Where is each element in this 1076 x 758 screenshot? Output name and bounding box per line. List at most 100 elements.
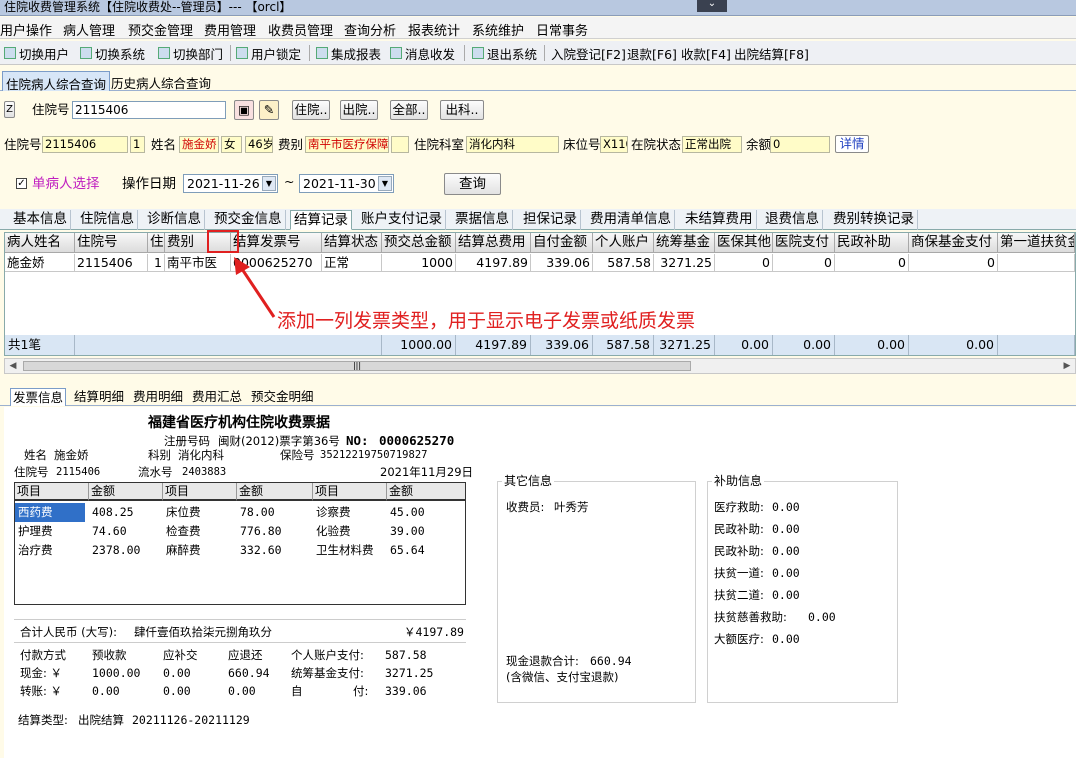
card-reader-icon[interactable]: ▣: [234, 100, 254, 120]
refund-button[interactable]: 退款[F6]: [627, 44, 677, 62]
window-control-button[interactable]: ⌄: [697, 0, 727, 12]
menu-query[interactable]: 查询分析: [344, 20, 396, 39]
tab-basic[interactable]: 基本信息: [10, 210, 71, 230]
table-cell[interactable]: 0: [715, 254, 773, 272]
z-button[interactable]: Z: [4, 101, 15, 118]
tab-settlement[interactable]: 结算记录: [290, 210, 352, 230]
col-header[interactable]: 病人姓名: [5, 233, 75, 253]
tab-account-pay[interactable]: 账户支付记录: [358, 210, 446, 230]
scroll-left-icon[interactable]: ◀: [5, 359, 21, 373]
table-cell[interactable]: 339.06: [531, 254, 593, 272]
scroll-right-icon[interactable]: ▶: [1059, 359, 1075, 373]
table-cell[interactable]: 3271.25: [654, 254, 715, 272]
tab-unsettled[interactable]: 未结算费用: [682, 210, 757, 230]
single-patient-checkbox[interactable]: ✓: [16, 178, 27, 189]
table-cell[interactable]: 南平市医: [165, 254, 231, 272]
col-header[interactable]: 住: [148, 233, 165, 253]
all-button[interactable]: 全部..: [390, 100, 428, 120]
table-cell[interactable]: 587.58: [593, 254, 654, 272]
col-header[interactable]: 个人账户: [593, 233, 654, 253]
receipt-panel: 福建省医疗机构住院收费票据 注册号码 闽财(2012)票字第36号 NO: 00…: [4, 407, 1076, 758]
tab-inpatient-query[interactable]: 住院病人综合查询: [2, 71, 111, 92]
acct-value: 587.58: [385, 648, 427, 662]
report-button[interactable]: 集成报表: [316, 44, 381, 62]
switch-dept-button[interactable]: 切换部门: [158, 44, 223, 62]
table-cell[interactable]: 1000: [382, 254, 456, 272]
tab-prepay-detail[interactable]: 预交金明细: [249, 388, 316, 406]
dept-field: 消化内科: [466, 136, 559, 153]
tab-settle-detail[interactable]: 结算明细: [72, 388, 126, 406]
menu-prepay[interactable]: 预交金管理: [128, 20, 193, 39]
bed-label: 床位号: [563, 137, 601, 152]
menu-user-ops[interactable]: 用户操作: [0, 20, 52, 39]
scrollbar-thumb[interactable]: |||: [23, 361, 691, 371]
menu-reports[interactable]: 报表统计: [408, 20, 460, 39]
inhosp-button[interactable]: 住院..: [292, 100, 330, 120]
search-input[interactable]: 2115406: [72, 101, 226, 119]
tab-fee-summary[interactable]: 费用汇总: [190, 388, 244, 406]
clear-icon[interactable]: ✎: [259, 100, 279, 120]
tab-receipt[interactable]: 票据信息: [452, 210, 513, 230]
tab-fee-list[interactable]: 费用清单信息: [587, 210, 675, 230]
menu-cashier[interactable]: 收费员管理: [268, 20, 333, 39]
tab-refund[interactable]: 退费信息: [762, 210, 823, 230]
out-dept-button[interactable]: 出科..: [440, 100, 484, 120]
tab-diagnosis[interactable]: 诊断信息: [144, 210, 205, 230]
table-cell[interactable]: 正常: [322, 254, 382, 272]
tab-prepay[interactable]: 预交金信息: [211, 210, 286, 230]
discharge-button[interactable]: 出院结算[F8]: [734, 44, 809, 62]
chevron-down-icon[interactable]: ▼: [378, 176, 392, 191]
tab-invoice-info[interactable]: 发票信息: [10, 388, 67, 406]
col-header[interactable]: 结算总费用: [456, 233, 531, 253]
table-cell[interactable]: [998, 254, 1075, 272]
message-button[interactable]: 消息收发: [390, 44, 455, 62]
detail-button[interactable]: 详情: [835, 135, 869, 153]
tab-fee-type-change[interactable]: 费别转换记录: [830, 210, 918, 230]
col-header[interactable]: 第一道扶贫金: [998, 233, 1075, 253]
charge-button[interactable]: 收款[F4]: [681, 44, 731, 62]
total-cell: 0.00: [909, 335, 998, 355]
col-header[interactable]: 民政补助: [835, 233, 909, 253]
table-cell[interactable]: 0: [909, 254, 998, 272]
col-header[interactable]: 统筹基金: [654, 233, 715, 253]
menu-fees[interactable]: 费用管理: [204, 20, 256, 39]
table-cell[interactable]: 1: [148, 254, 165, 272]
subsidy-label: 扶贫二道:: [714, 588, 764, 602]
col-header[interactable]: 商保基金支付: [909, 233, 998, 253]
table-cell[interactable]: 0: [773, 254, 835, 272]
table-cell[interactable]: 2115406: [75, 254, 148, 272]
col-header[interactable]: 医院支付: [773, 233, 835, 253]
subsidy-caption: 补助信息: [712, 474, 765, 488]
table-cell[interactable]: 4197.89: [456, 254, 531, 272]
menu-patient[interactable]: 病人管理: [63, 20, 115, 39]
date-from-picker[interactable]: 2021-11-26 ▼: [183, 174, 278, 193]
reg-value: 闽财(2012)票字第36号: [218, 434, 340, 448]
horizontal-scrollbar[interactable]: ◀ ||| ▶: [4, 358, 1076, 374]
date-to-picker[interactable]: 2021-11-30 ▼: [299, 174, 394, 193]
menu-system[interactable]: 系统维护: [472, 20, 524, 39]
tab-fee-detail[interactable]: 费用明细: [131, 388, 185, 406]
col-header[interactable]: 结算发票号: [231, 233, 322, 253]
user-lock-button[interactable]: 用户锁定: [236, 44, 301, 62]
switch-system-button[interactable]: 切换系统: [80, 44, 145, 62]
query-button[interactable]: 查询: [444, 173, 501, 195]
menu-daily[interactable]: 日常事务: [536, 20, 588, 39]
table-cell[interactable]: 施金娇: [5, 254, 75, 272]
admit-button[interactable]: 入院登记[F2]: [551, 44, 626, 62]
table-cell[interactable]: 0: [835, 254, 909, 272]
tab-guarantee[interactable]: 担保记录: [520, 210, 581, 230]
col-header[interactable]: 预交总金额: [382, 233, 456, 253]
tab-inpatient[interactable]: 住院信息: [77, 210, 138, 230]
exit-button[interactable]: 退出系统: [472, 44, 537, 62]
switch-user-button[interactable]: 切换用户: [4, 44, 69, 62]
col-header[interactable]: 结算状态: [322, 233, 382, 253]
col-header[interactable]: 住院号: [75, 233, 148, 253]
item-cell: 床位费: [166, 505, 201, 519]
chevron-down-icon[interactable]: ▼: [262, 176, 276, 191]
discharged-button[interactable]: 出院..: [340, 100, 378, 120]
col-header[interactable]: 医保其他: [715, 233, 773, 253]
tab-history-query[interactable]: 历史病人综合查询: [108, 71, 214, 91]
item-cell[interactable]: 西药费: [15, 503, 85, 522]
col-header[interactable]: 自付金额: [531, 233, 593, 253]
total-cell: 4197.89: [456, 335, 531, 355]
